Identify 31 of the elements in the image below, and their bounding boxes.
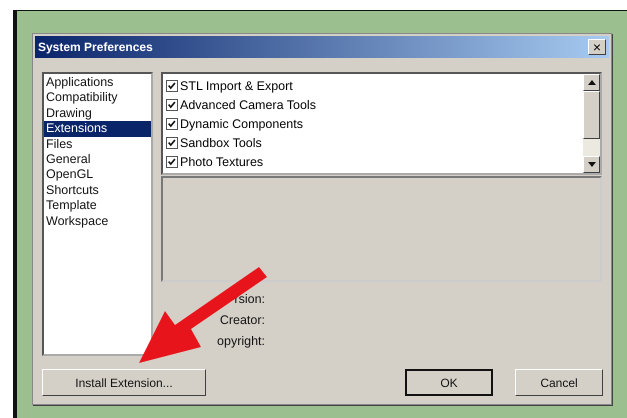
ok-button[interactable]: OK	[405, 369, 493, 396]
category-item[interactable]: Workspace	[44, 214, 151, 230]
scroll-up-icon	[588, 80, 596, 85]
detail-label: opyright:	[217, 334, 265, 348]
scrollbar[interactable]	[583, 74, 600, 173]
cancel-button[interactable]: Cancel	[515, 369, 603, 396]
category-item[interactable]: General	[44, 152, 151, 168]
category-item[interactable]: Compatibility	[44, 90, 151, 106]
category-item[interactable]: OpenGL	[44, 167, 151, 183]
category-item[interactable]: Template	[44, 198, 151, 214]
category-item[interactable]: Extensions	[44, 121, 151, 137]
checkbox[interactable]	[166, 118, 178, 130]
category-item[interactable]: Drawing	[44, 106, 151, 122]
category-item[interactable]: Applications	[44, 75, 151, 90]
detail-label: rsion:	[234, 292, 265, 306]
category-item[interactable]: Files	[44, 136, 151, 152]
category-item[interactable]: Shortcuts	[44, 182, 151, 198]
extension-label: Advanced Camera Tools	[180, 98, 316, 112]
extension-label: Photo Textures	[180, 154, 264, 168]
install-extension-button[interactable]: Install Extension...	[42, 369, 206, 396]
checkbox[interactable]	[166, 80, 178, 92]
scroll-down-icon	[588, 162, 596, 167]
checkbox[interactable]	[166, 98, 178, 110]
extension-label: STL Import & Export	[180, 78, 293, 92]
checkbox[interactable]	[166, 136, 178, 148]
extension-label: Sandbox Tools	[180, 136, 262, 150]
detail-label: Creator:	[220, 313, 265, 327]
window-title: System Preferences	[38, 40, 153, 54]
close-button[interactable]: ×	[588, 39, 606, 55]
checkbox[interactable]	[166, 156, 178, 168]
extension-label: Dynamic Components	[180, 116, 303, 130]
